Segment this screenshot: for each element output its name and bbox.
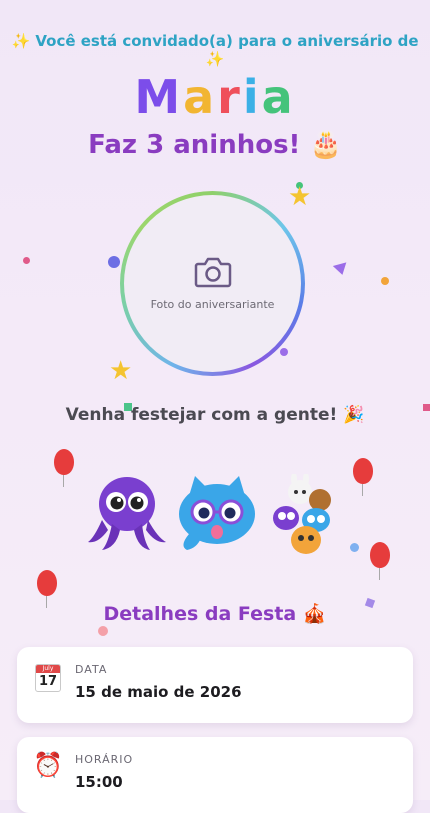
alarm-clock-icon: ⏰ bbox=[33, 751, 63, 779]
date-value: 15 de maio de 2026 bbox=[75, 683, 242, 701]
photo-label: Foto do aniversariante bbox=[150, 298, 275, 311]
camera-icon bbox=[194, 257, 231, 288]
date-label: DATA bbox=[75, 663, 108, 676]
circus-tent-icon: 🎪 bbox=[302, 603, 327, 625]
date-card: July 17 DATA 15 de maio de 2026 bbox=[17, 647, 413, 723]
birthday-cake-icon: 🎂 bbox=[309, 130, 342, 160]
party-popper-icon: 🎉 bbox=[343, 405, 365, 425]
confetti-dot bbox=[98, 626, 108, 636]
age-heading: Faz 3 aninhos! 🎂 bbox=[88, 130, 342, 160]
confetti-dot bbox=[280, 348, 288, 356]
sparkles-icon: ✨ bbox=[11, 32, 31, 50]
confetti-dot bbox=[350, 543, 359, 552]
time-card: ⏰ HORÁRIO 15:00 bbox=[17, 737, 413, 813]
confetti-triangle bbox=[332, 262, 350, 277]
star-icon: ★ bbox=[109, 356, 133, 386]
balloon-icon bbox=[353, 458, 373, 496]
balloon-icon bbox=[54, 449, 74, 487]
time-label: HORÁRIO bbox=[75, 753, 134, 766]
sparkles-icon: ✨ bbox=[205, 50, 225, 68]
details-heading: Detalhes da Festa 🎪 bbox=[103, 603, 327, 625]
photo-placeholder[interactable]: Foto do aniversariante bbox=[124, 195, 301, 372]
confetti-dot bbox=[23, 257, 30, 264]
octopus-mascot bbox=[88, 477, 166, 550]
balloon-icon bbox=[370, 542, 390, 580]
invite-heading: ✨ Você está convidado(a) para o aniversá… bbox=[11, 32, 419, 68]
celebrant-name: Maria bbox=[134, 70, 296, 124]
confetti-dot bbox=[381, 277, 389, 285]
star-icon: ★ bbox=[288, 182, 312, 212]
time-value: 15:00 bbox=[75, 773, 123, 791]
balloon-icon bbox=[37, 570, 57, 608]
photo-upload[interactable]: Foto do aniversariante bbox=[120, 191, 305, 376]
friends-mascots bbox=[273, 474, 331, 554]
confetti-dot bbox=[108, 256, 120, 268]
calendar-icon: July 17 bbox=[35, 664, 61, 692]
cat-mascot bbox=[179, 476, 255, 550]
party-invite-text: Venha festejar com a gente! 🎉 bbox=[65, 405, 365, 425]
